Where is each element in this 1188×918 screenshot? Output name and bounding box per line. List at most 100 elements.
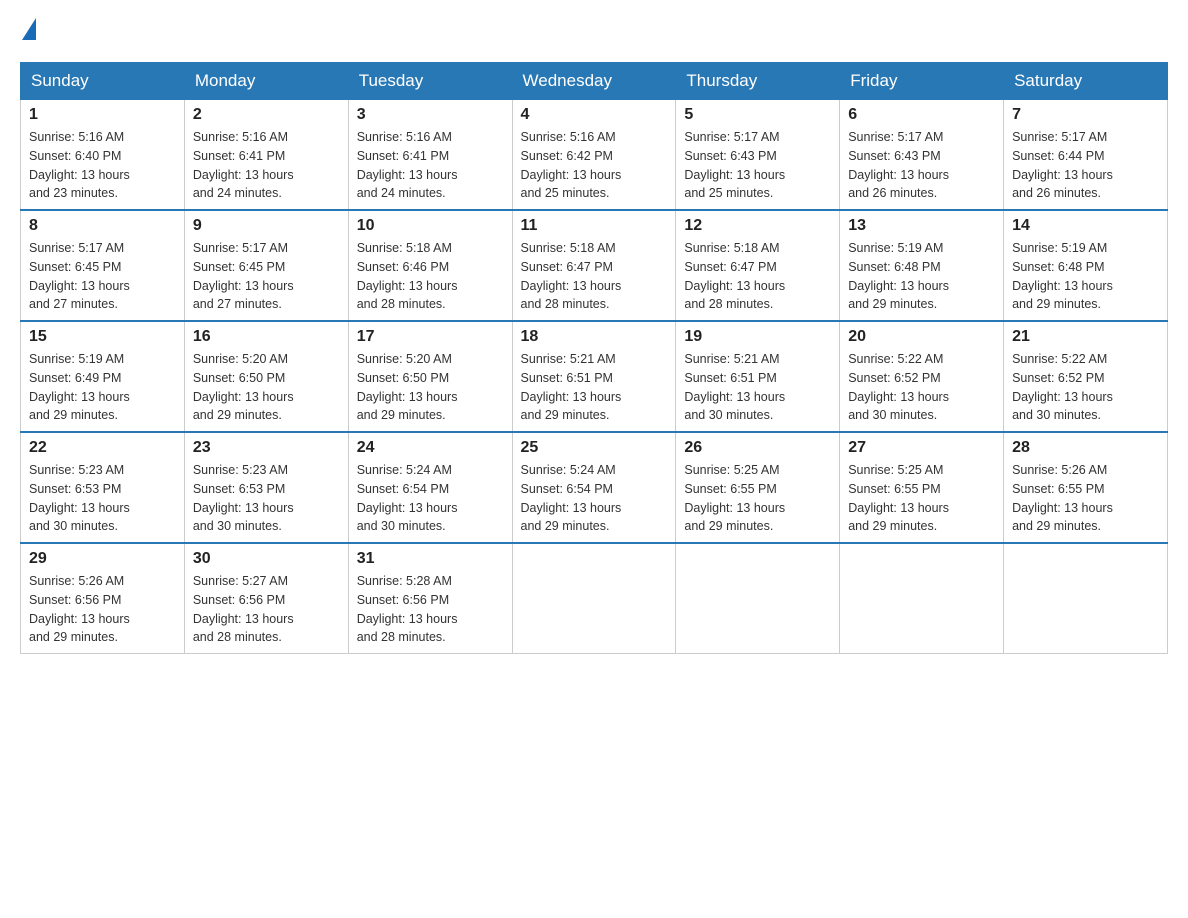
day-number: 12	[684, 217, 831, 235]
calendar-week-row: 22 Sunrise: 5:23 AM Sunset: 6:53 PM Dayl…	[21, 432, 1168, 543]
calendar-cell: 15 Sunrise: 5:19 AM Sunset: 6:49 PM Dayl…	[21, 321, 185, 432]
calendar-cell	[840, 543, 1004, 654]
day-number: 3	[357, 106, 504, 124]
calendar-cell: 14 Sunrise: 5:19 AM Sunset: 6:48 PM Dayl…	[1004, 210, 1168, 321]
calendar-cell: 18 Sunrise: 5:21 AM Sunset: 6:51 PM Dayl…	[512, 321, 676, 432]
calendar-cell: 2 Sunrise: 5:16 AM Sunset: 6:41 PM Dayli…	[184, 100, 348, 211]
column-header-monday: Monday	[184, 63, 348, 100]
day-info: Sunrise: 5:21 AM Sunset: 6:51 PM Dayligh…	[684, 350, 831, 425]
calendar-header-row: SundayMondayTuesdayWednesdayThursdayFrid…	[21, 63, 1168, 100]
day-info: Sunrise: 5:24 AM Sunset: 6:54 PM Dayligh…	[521, 461, 668, 536]
day-number: 13	[848, 217, 995, 235]
calendar-cell: 4 Sunrise: 5:16 AM Sunset: 6:42 PM Dayli…	[512, 100, 676, 211]
calendar-cell: 30 Sunrise: 5:27 AM Sunset: 6:56 PM Dayl…	[184, 543, 348, 654]
calendar-cell: 9 Sunrise: 5:17 AM Sunset: 6:45 PM Dayli…	[184, 210, 348, 321]
column-header-tuesday: Tuesday	[348, 63, 512, 100]
day-number: 28	[1012, 439, 1159, 457]
day-number: 23	[193, 439, 340, 457]
logo-triangle-icon	[22, 18, 36, 40]
day-info: Sunrise: 5:25 AM Sunset: 6:55 PM Dayligh…	[684, 461, 831, 536]
day-number: 5	[684, 106, 831, 124]
day-info: Sunrise: 5:18 AM Sunset: 6:47 PM Dayligh…	[684, 239, 831, 314]
calendar-cell: 13 Sunrise: 5:19 AM Sunset: 6:48 PM Dayl…	[840, 210, 1004, 321]
calendar-cell: 3 Sunrise: 5:16 AM Sunset: 6:41 PM Dayli…	[348, 100, 512, 211]
column-header-sunday: Sunday	[21, 63, 185, 100]
day-number: 20	[848, 328, 995, 346]
day-info: Sunrise: 5:17 AM Sunset: 6:45 PM Dayligh…	[193, 239, 340, 314]
calendar-cell: 20 Sunrise: 5:22 AM Sunset: 6:52 PM Dayl…	[840, 321, 1004, 432]
calendar-cell: 24 Sunrise: 5:24 AM Sunset: 6:54 PM Dayl…	[348, 432, 512, 543]
day-info: Sunrise: 5:20 AM Sunset: 6:50 PM Dayligh…	[193, 350, 340, 425]
day-number: 19	[684, 328, 831, 346]
day-info: Sunrise: 5:28 AM Sunset: 6:56 PM Dayligh…	[357, 572, 504, 647]
column-header-friday: Friday	[840, 63, 1004, 100]
day-number: 17	[357, 328, 504, 346]
calendar-cell	[512, 543, 676, 654]
day-number: 4	[521, 106, 668, 124]
day-info: Sunrise: 5:22 AM Sunset: 6:52 PM Dayligh…	[1012, 350, 1159, 425]
calendar-cell: 5 Sunrise: 5:17 AM Sunset: 6:43 PM Dayli…	[676, 100, 840, 211]
day-info: Sunrise: 5:26 AM Sunset: 6:55 PM Dayligh…	[1012, 461, 1159, 536]
column-header-wednesday: Wednesday	[512, 63, 676, 100]
day-info: Sunrise: 5:24 AM Sunset: 6:54 PM Dayligh…	[357, 461, 504, 536]
calendar-week-row: 1 Sunrise: 5:16 AM Sunset: 6:40 PM Dayli…	[21, 100, 1168, 211]
page-header	[20, 20, 1168, 42]
day-info: Sunrise: 5:21 AM Sunset: 6:51 PM Dayligh…	[521, 350, 668, 425]
day-number: 8	[29, 217, 176, 235]
calendar-week-row: 8 Sunrise: 5:17 AM Sunset: 6:45 PM Dayli…	[21, 210, 1168, 321]
calendar-cell: 12 Sunrise: 5:18 AM Sunset: 6:47 PM Dayl…	[676, 210, 840, 321]
calendar-cell: 23 Sunrise: 5:23 AM Sunset: 6:53 PM Dayl…	[184, 432, 348, 543]
day-number: 14	[1012, 217, 1159, 235]
day-info: Sunrise: 5:26 AM Sunset: 6:56 PM Dayligh…	[29, 572, 176, 647]
calendar-cell: 1 Sunrise: 5:16 AM Sunset: 6:40 PM Dayli…	[21, 100, 185, 211]
day-number: 25	[521, 439, 668, 457]
calendar-cell: 28 Sunrise: 5:26 AM Sunset: 6:55 PM Dayl…	[1004, 432, 1168, 543]
column-header-saturday: Saturday	[1004, 63, 1168, 100]
day-info: Sunrise: 5:19 AM Sunset: 6:48 PM Dayligh…	[1012, 239, 1159, 314]
day-number: 11	[521, 217, 668, 235]
calendar-week-row: 15 Sunrise: 5:19 AM Sunset: 6:49 PM Dayl…	[21, 321, 1168, 432]
day-number: 29	[29, 550, 176, 568]
calendar-cell	[1004, 543, 1168, 654]
day-info: Sunrise: 5:27 AM Sunset: 6:56 PM Dayligh…	[193, 572, 340, 647]
day-number: 2	[193, 106, 340, 124]
day-number: 10	[357, 217, 504, 235]
day-number: 15	[29, 328, 176, 346]
day-info: Sunrise: 5:18 AM Sunset: 6:47 PM Dayligh…	[521, 239, 668, 314]
day-info: Sunrise: 5:19 AM Sunset: 6:49 PM Dayligh…	[29, 350, 176, 425]
calendar-cell: 21 Sunrise: 5:22 AM Sunset: 6:52 PM Dayl…	[1004, 321, 1168, 432]
day-number: 24	[357, 439, 504, 457]
calendar-cell: 17 Sunrise: 5:20 AM Sunset: 6:50 PM Dayl…	[348, 321, 512, 432]
day-number: 18	[521, 328, 668, 346]
day-info: Sunrise: 5:17 AM Sunset: 6:44 PM Dayligh…	[1012, 128, 1159, 203]
calendar-cell: 19 Sunrise: 5:21 AM Sunset: 6:51 PM Dayl…	[676, 321, 840, 432]
day-info: Sunrise: 5:17 AM Sunset: 6:45 PM Dayligh…	[29, 239, 176, 314]
day-number: 7	[1012, 106, 1159, 124]
calendar-week-row: 29 Sunrise: 5:26 AM Sunset: 6:56 PM Dayl…	[21, 543, 1168, 654]
day-info: Sunrise: 5:23 AM Sunset: 6:53 PM Dayligh…	[193, 461, 340, 536]
calendar-cell: 8 Sunrise: 5:17 AM Sunset: 6:45 PM Dayli…	[21, 210, 185, 321]
day-info: Sunrise: 5:16 AM Sunset: 6:42 PM Dayligh…	[521, 128, 668, 203]
day-number: 26	[684, 439, 831, 457]
calendar-cell: 26 Sunrise: 5:25 AM Sunset: 6:55 PM Dayl…	[676, 432, 840, 543]
calendar-cell: 6 Sunrise: 5:17 AM Sunset: 6:43 PM Dayli…	[840, 100, 1004, 211]
calendar-cell: 11 Sunrise: 5:18 AM Sunset: 6:47 PM Dayl…	[512, 210, 676, 321]
day-info: Sunrise: 5:20 AM Sunset: 6:50 PM Dayligh…	[357, 350, 504, 425]
day-info: Sunrise: 5:16 AM Sunset: 6:41 PM Dayligh…	[357, 128, 504, 203]
calendar-cell: 22 Sunrise: 5:23 AM Sunset: 6:53 PM Dayl…	[21, 432, 185, 543]
day-info: Sunrise: 5:16 AM Sunset: 6:40 PM Dayligh…	[29, 128, 176, 203]
calendar-table: SundayMondayTuesdayWednesdayThursdayFrid…	[20, 62, 1168, 654]
day-number: 30	[193, 550, 340, 568]
day-info: Sunrise: 5:22 AM Sunset: 6:52 PM Dayligh…	[848, 350, 995, 425]
calendar-cell: 7 Sunrise: 5:17 AM Sunset: 6:44 PM Dayli…	[1004, 100, 1168, 211]
calendar-cell: 10 Sunrise: 5:18 AM Sunset: 6:46 PM Dayl…	[348, 210, 512, 321]
day-info: Sunrise: 5:17 AM Sunset: 6:43 PM Dayligh…	[848, 128, 995, 203]
day-number: 16	[193, 328, 340, 346]
column-header-thursday: Thursday	[676, 63, 840, 100]
day-number: 22	[29, 439, 176, 457]
day-info: Sunrise: 5:23 AM Sunset: 6:53 PM Dayligh…	[29, 461, 176, 536]
calendar-cell: 29 Sunrise: 5:26 AM Sunset: 6:56 PM Dayl…	[21, 543, 185, 654]
day-info: Sunrise: 5:19 AM Sunset: 6:48 PM Dayligh…	[848, 239, 995, 314]
day-info: Sunrise: 5:18 AM Sunset: 6:46 PM Dayligh…	[357, 239, 504, 314]
logo	[20, 20, 36, 42]
